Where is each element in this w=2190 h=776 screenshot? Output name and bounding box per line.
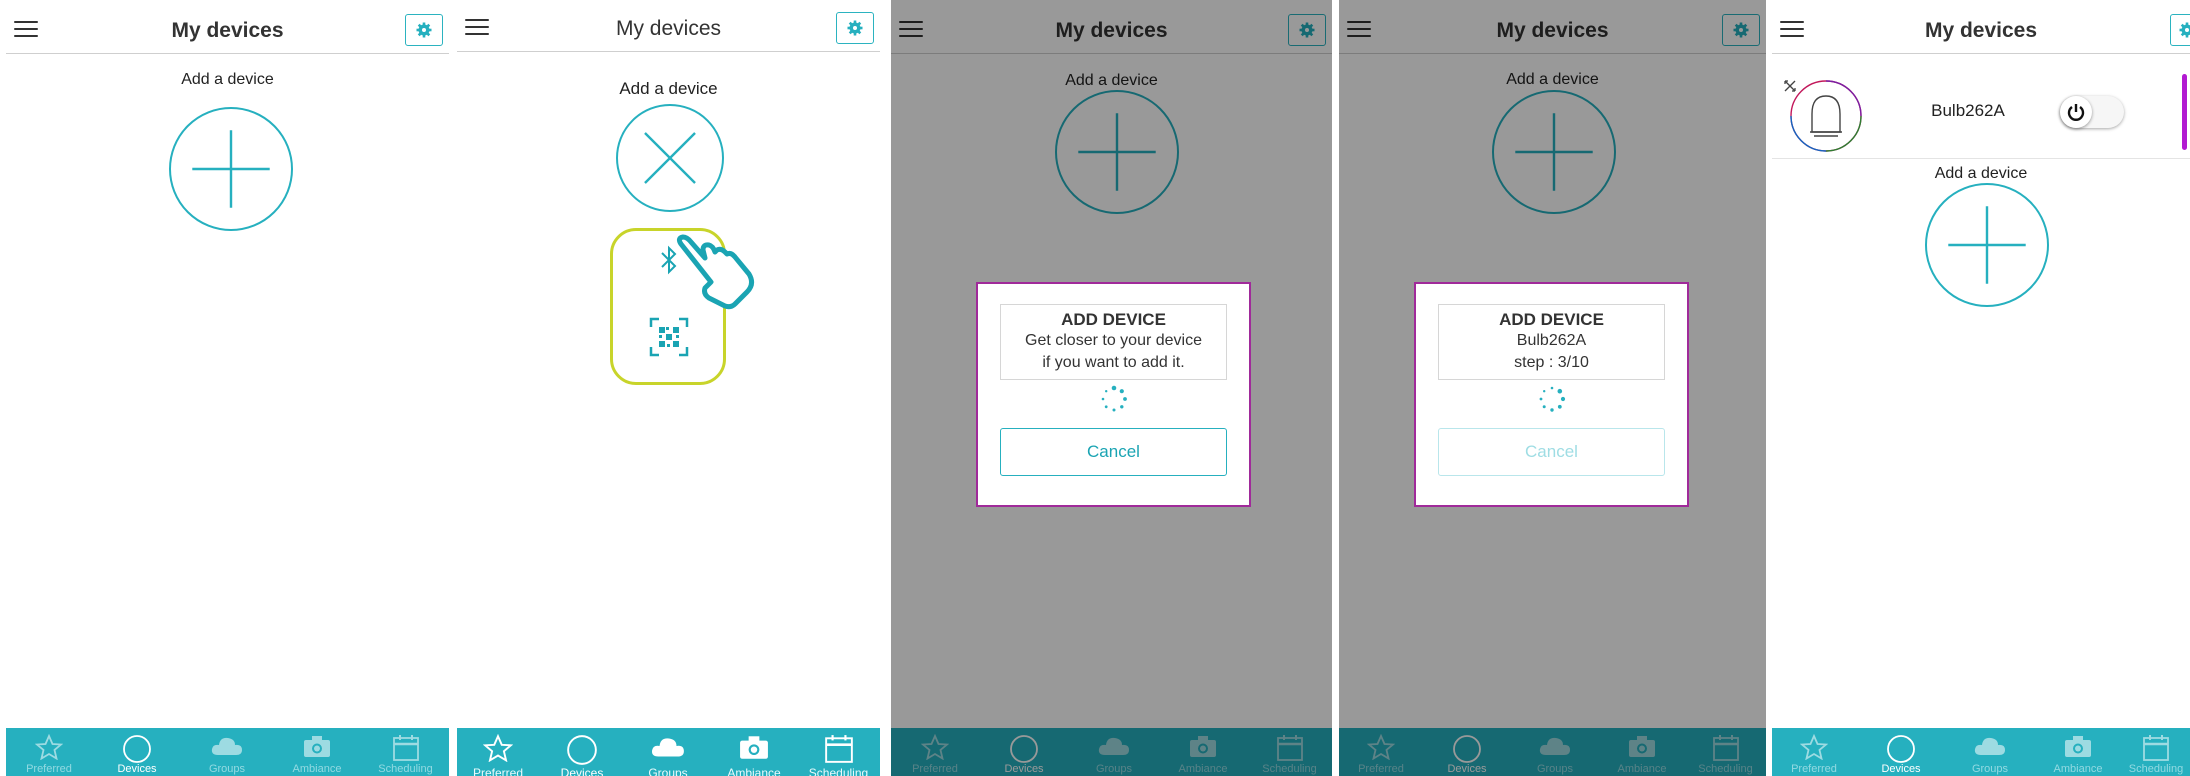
tab-preferred[interactable]: Preferred [6,728,92,776]
dialog-title: ADD DEVICE [1499,310,1604,329]
plus-icon [192,130,270,208]
settings-button[interactable] [2170,14,2190,46]
gear-icon [847,20,863,36]
page-title: My devices [615,17,722,40]
app-bar: My devices [457,8,880,52]
tab-label: Ambiance [292,763,342,775]
tab-label: Groups [1971,763,2009,775]
screen-my-devices-with-device: My devices Bulb262A Add a device Preferr… [1772,0,2190,776]
tab-devices[interactable]: Devices [92,728,182,776]
tab-label: Preferred [1791,763,1837,775]
settings-button[interactable] [405,14,443,46]
device-list-item[interactable]: Bulb262A [1772,66,2190,159]
circle-icon [1887,735,1915,763]
dialog-message-box: ADD DEVICE Bulb262A step : 3/10 [1438,304,1665,380]
calendar-icon [2143,735,2169,761]
tab-label: Groups [648,766,688,776]
dialog-message-line1: Get closer to your device [1025,332,1202,349]
hand-pointer-icon [676,234,755,310]
screen-add-device-dialog-searching: My devices Add a device Preferred Device… [891,0,1332,776]
add-device-button[interactable] [169,107,293,231]
calendar-icon [392,735,419,761]
app-bar: My devices [6,10,449,54]
tab-label: Ambiance [2053,763,2103,775]
page-title: My devices [1924,19,2038,42]
tab-label: Scheduling [808,766,869,776]
screen-my-devices-initial: My devices Add a device Preferred Device… [6,0,449,776]
screen-add-device-dialog-progress: My devices Add a device Preferred Device… [1339,0,1766,776]
tab-groups[interactable]: Groups [182,728,272,776]
circle-icon [567,735,597,765]
tab-ambiance[interactable]: Ambiance [711,728,797,776]
bottom-tab-bar: Preferred Devices Groups Ambiance Schedu… [457,728,880,776]
screen-my-devices-add-menu: My devices Add a device Preferred Device… [457,0,880,776]
tab-label: Groups [208,763,246,775]
plus-icon [1948,206,2026,284]
tab-scheduling[interactable]: Scheduling [2122,728,2190,776]
gear-icon [416,22,432,38]
camera-icon [304,736,330,757]
app-bar: My devices [1772,10,2190,54]
tab-groups[interactable]: Groups [625,728,711,776]
tab-label: Ambiance [727,766,781,776]
qr-code-icon[interactable] [649,317,689,357]
cancel-button[interactable]: Cancel [1000,428,1227,476]
dialog-message-line2: if you want to add it. [1042,354,1185,371]
camera-icon [740,736,768,759]
add-device-button[interactable] [1925,183,2049,307]
close-add-menu-button[interactable] [616,104,724,212]
loading-spinner-icon [1539,386,1565,412]
power-icon [2067,104,2085,121]
tab-devices[interactable]: Devices [539,728,625,776]
page-title: My devices [171,19,284,42]
tab-scheduling[interactable]: Scheduling [362,728,449,776]
add-device-label: Add a device [1934,165,2028,182]
star-icon [483,734,513,762]
close-icon [644,132,696,184]
loading-spinner-icon [1101,385,1127,412]
tab-label: Scheduling [2128,763,2184,775]
gear-icon [2179,22,2190,38]
add-device-dialog: ADD DEVICE Bulb262A step : 3/10 Cancel [1414,282,1689,507]
bottom-tab-bar: Preferred Devices Groups Ambiance Schedu… [1772,726,2190,776]
add-device-label: Add a device [181,71,274,88]
toggle-knob [2060,96,2092,128]
cloud-icon [651,738,684,757]
tab-preferred[interactable]: Preferred [457,728,539,776]
tab-label: Scheduling [378,763,433,775]
device-name: Bulb262A [1931,101,2005,120]
dialog-message-box: ADD DEVICE Get closer to your device if … [1000,304,1227,380]
cloud-icon [211,737,242,755]
settings-button[interactable] [836,12,874,44]
scroll-indicator [2182,74,2187,150]
tab-label: Devices [560,766,604,776]
bulb-icon [1790,80,1862,152]
dialog-device-name: Bulb262A [1516,332,1587,349]
cancel-button[interactable]: Cancel [1438,428,1665,476]
tab-label: Preferred [26,763,72,775]
tab-label: Devices [117,763,157,775]
camera-icon [2065,736,2091,757]
calendar-icon [824,735,853,763]
tab-label: Devices [1881,763,1921,775]
tab-label: Preferred [472,766,524,776]
circle-icon [123,735,151,763]
star-icon [1800,734,1828,760]
add-device-dialog: ADD DEVICE Get closer to your device if … [976,282,1251,507]
star-icon [35,734,63,760]
dialog-step-progress: step : 3/10 [1514,354,1589,371]
tab-preferred[interactable]: Preferred [1772,728,1856,776]
bottom-tab-bar: Preferred Devices Groups Ambiance Schedu… [6,726,449,776]
cloud-icon [1974,737,2005,755]
power-toggle[interactable] [2060,96,2124,128]
tab-scheduling[interactable]: Scheduling [797,728,880,776]
tab-ambiance[interactable]: Ambiance [2034,728,2122,776]
add-device-label: Add a device [619,79,718,98]
tab-ambiance[interactable]: Ambiance [272,728,362,776]
tab-groups[interactable]: Groups [1946,728,2034,776]
dialog-title: ADD DEVICE [1061,310,1166,329]
tab-devices[interactable]: Devices [1856,728,1946,776]
